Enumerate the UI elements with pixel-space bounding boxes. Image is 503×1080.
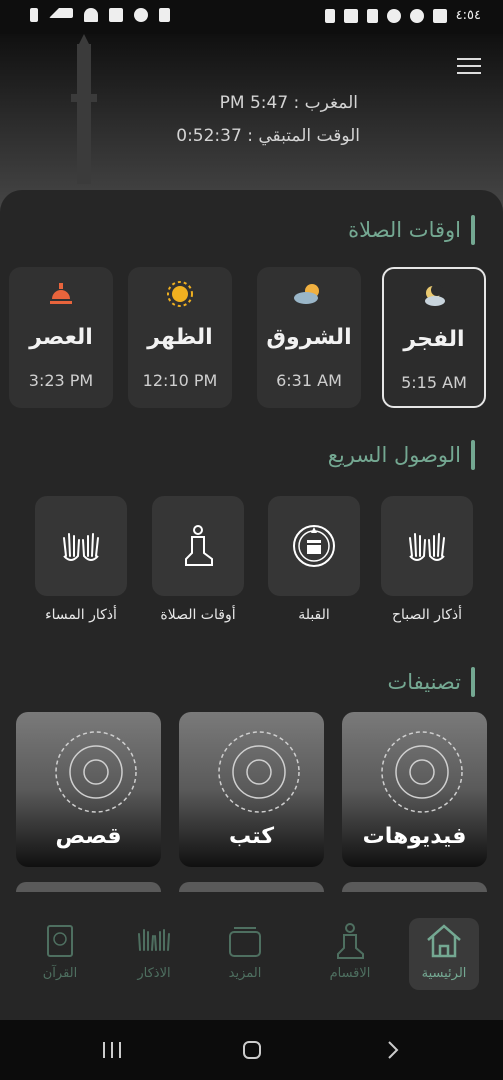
quick-morning-adhkar-button[interactable] <box>381 496 473 596</box>
quick-qibla-button[interactable] <box>268 496 360 596</box>
categories-section-title: تصنيفات <box>387 665 475 699</box>
maghrib-time: المغرب : 5:47 PM <box>219 93 358 113</box>
section-title-bar <box>471 667 475 697</box>
status-left-icons <box>30 8 170 22</box>
sun-icon <box>128 279 232 313</box>
praying-hands-icon <box>63 533 99 561</box>
quick-label: أذكار الصباح <box>391 607 463 623</box>
mute-icon <box>109 8 123 22</box>
prayer-name: الشروق <box>266 325 352 350</box>
quick-label: أوقات الصلاة <box>160 607 236 623</box>
nav-more[interactable]: المزيد <box>210 922 280 981</box>
category-card-partial[interactable] <box>179 882 324 892</box>
kaaba-compass-icon <box>293 525 335 567</box>
section-title-bar <box>471 215 475 245</box>
lock-icon <box>366 8 378 23</box>
category-label: كتب <box>228 824 275 849</box>
section-title-bar <box>471 440 475 470</box>
nav-label: الرئيسية <box>421 966 467 981</box>
category-card-stories[interactable]: قصص <box>16 712 161 867</box>
quick-label: أذكار المساء <box>45 607 117 623</box>
prayer-times-section-title: اوقات الصلاة <box>348 213 475 247</box>
nav-adhkar[interactable]: الاذكار <box>119 922 189 981</box>
minaret-silhouette <box>71 34 97 184</box>
nav-sections[interactable]: الاقسام <box>315 922 385 981</box>
status-bar: ٤:٥٤ <box>0 0 503 34</box>
wifi-icon <box>84 8 98 22</box>
flower-icon <box>386 8 401 23</box>
recent-apps-icon[interactable] <box>101 1040 123 1060</box>
system-navigation-bar <box>0 1020 503 1080</box>
prayer-time: 6:31 AM <box>276 371 342 390</box>
image-icon <box>343 8 358 23</box>
nav-label: الاذكار <box>137 966 171 981</box>
prayer-card-shuruq[interactable]: الشروق 6:31 AM <box>257 267 361 408</box>
moon-cloud-icon <box>384 281 484 315</box>
section-title-text: اوقات الصلاة <box>348 218 461 242</box>
category-card-partial[interactable] <box>342 882 487 892</box>
nav-home[interactable]: الرئيسية <box>409 918 479 990</box>
prayer-card-asr[interactable]: العصر 3:23 PM <box>9 267 113 408</box>
quick-access-section-title: الوصول السريع <box>328 438 475 472</box>
category-card-books[interactable]: كتب <box>179 712 324 867</box>
quick-prayer-times-button[interactable] <box>152 496 244 596</box>
category-label: قصص <box>55 824 122 849</box>
prayer-time: 12:10 PM <box>142 371 218 390</box>
quran-book-icon <box>47 925 73 957</box>
prayer-time: 5:15 AM <box>401 373 467 392</box>
alarm-icon <box>134 8 148 22</box>
menu-button[interactable] <box>457 58 481 74</box>
status-right-icons: ٤:٥٤ <box>324 8 481 23</box>
praying-person-icon <box>337 923 364 959</box>
praying-hands-icon <box>409 533 445 561</box>
ornament-pattern <box>381 731 463 813</box>
nav-label: القرآن <box>42 966 78 981</box>
shield-icon <box>159 8 170 22</box>
prayer-name: الظهر <box>147 325 213 350</box>
back-icon[interactable] <box>385 1040 401 1060</box>
category-card-partial[interactable] <box>16 882 161 892</box>
praying-hands-icon <box>138 929 170 951</box>
praying-person-icon <box>185 525 213 566</box>
ornament-pattern <box>55 731 137 813</box>
ornament-pattern <box>218 731 300 813</box>
download-icon <box>324 8 335 23</box>
nav-label: المزيد <box>228 966 262 981</box>
home-circle-icon[interactable] <box>242 1040 262 1060</box>
nav-quran[interactable]: القرآن <box>25 922 95 981</box>
remaining-time: الوقت المتبقي : 0:52:37 <box>176 126 360 146</box>
flower-icon <box>409 8 424 23</box>
prayer-card-fajr[interactable]: الفجر 5:15 AM <box>382 267 486 408</box>
prayer-name: العصر <box>29 325 93 350</box>
home-icon <box>427 924 461 958</box>
nav-label: الاقسام <box>329 966 371 981</box>
sun-cloud-icon <box>257 279 361 313</box>
signal-icon <box>49 8 73 18</box>
gallery-icon <box>432 8 447 23</box>
section-title-text: تصنيفات <box>387 670 461 694</box>
category-label: فيديوهات <box>362 824 467 849</box>
status-time: ٤:٥٤ <box>455 8 481 23</box>
stack-icon <box>229 927 261 957</box>
quick-evening-adhkar-button[interactable] <box>35 496 127 596</box>
category-card-videos[interactable]: فيديوهات <box>342 712 487 867</box>
sunset-icon <box>9 279 113 313</box>
section-title-text: الوصول السريع <box>327 443 461 467</box>
prayer-time: 3:23 PM <box>28 371 94 390</box>
battery-icon <box>30 8 38 22</box>
prayer-card-dhuhr[interactable]: الظهر 12:10 PM <box>128 267 232 408</box>
prayer-name: الفجر <box>403 327 465 352</box>
quick-label: القبلة <box>298 607 330 623</box>
